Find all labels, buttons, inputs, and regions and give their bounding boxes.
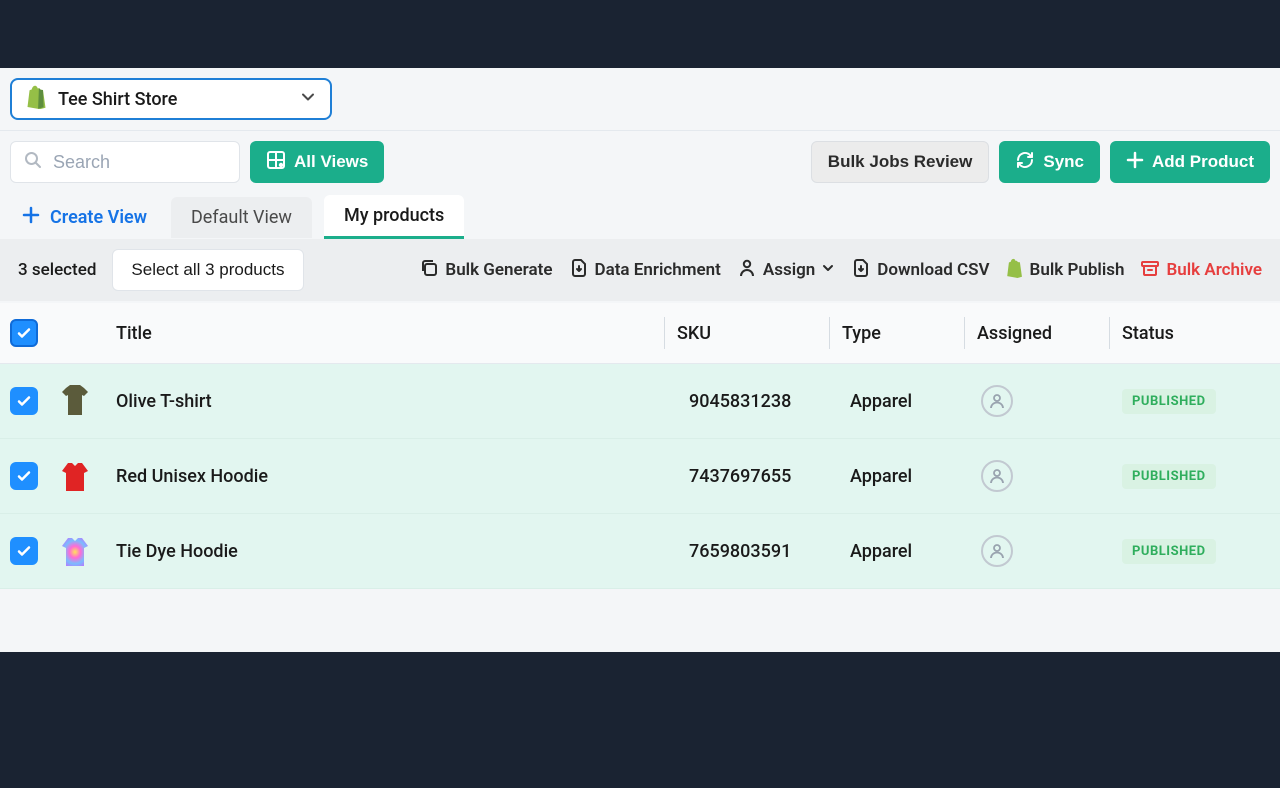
search-icon xyxy=(23,150,43,174)
selected-count: 3 selected xyxy=(18,260,96,280)
column-sku: SKU xyxy=(677,323,825,344)
row-assigned xyxy=(981,460,1109,492)
bulk-jobs-review-button[interactable]: Bulk Jobs Review xyxy=(811,141,990,183)
column-separator xyxy=(829,317,830,349)
bulk-archive-label: Bulk Archive xyxy=(1166,260,1262,280)
table-body: Olive T-shirt 9045831238 Apparel PUBLISH… xyxy=(0,364,1280,589)
status-badge: PUBLISHED xyxy=(1122,389,1216,414)
assignee-avatar[interactable] xyxy=(981,385,1013,417)
search-input[interactable] xyxy=(53,152,227,173)
bulk-generate-label: Bulk Generate xyxy=(445,260,552,280)
data-enrichment-action[interactable]: Data Enrichment xyxy=(569,258,721,283)
row-assigned xyxy=(981,535,1109,567)
sync-button[interactable]: Sync xyxy=(999,141,1100,183)
product-thumbnail xyxy=(58,382,92,420)
add-product-label: Add Product xyxy=(1152,152,1254,172)
tab-my-products[interactable]: My products xyxy=(324,195,464,239)
tab-default-view[interactable]: Default View xyxy=(171,197,312,238)
selection-bar: 3 selected Select all 3 products Bulk Ge… xyxy=(0,239,1280,301)
table-header: Title SKU Type Assigned Status xyxy=(0,303,1280,364)
bulk-publish-action[interactable]: Bulk Publish xyxy=(1006,258,1125,283)
assignee-avatar[interactable] xyxy=(981,460,1013,492)
table-row[interactable]: Olive T-shirt 9045831238 Apparel PUBLISH… xyxy=(0,364,1280,439)
app-container: Tee Shirt Store All Views Bulk Jobs Revi… xyxy=(0,68,1280,652)
row-status: PUBLISHED xyxy=(1122,539,1270,564)
archive-icon xyxy=(1140,258,1160,283)
download-icon xyxy=(851,258,871,283)
all-views-button[interactable]: All Views xyxy=(250,141,384,183)
row-type: Apparel xyxy=(850,541,968,562)
status-badge: PUBLISHED xyxy=(1122,464,1216,489)
table-row[interactable]: Tie Dye Hoodie 7659803591 Apparel PUBLIS… xyxy=(0,514,1280,589)
grid-icon xyxy=(266,150,286,175)
all-views-label: All Views xyxy=(294,152,368,172)
row-checkbox[interactable] xyxy=(10,387,38,415)
bulk-generate-action[interactable]: Bulk Generate xyxy=(419,258,552,283)
copy-icon xyxy=(419,258,439,283)
download-csv-action[interactable]: Download CSV xyxy=(851,258,989,283)
column-title: Title xyxy=(116,323,660,344)
row-sku: 9045831238 xyxy=(689,391,837,412)
search-box[interactable] xyxy=(10,141,240,183)
row-type: Apparel xyxy=(850,466,968,487)
bulk-jobs-label: Bulk Jobs Review xyxy=(828,152,973,172)
row-sku: 7437697655 xyxy=(689,466,837,487)
row-assigned xyxy=(981,385,1109,417)
row-type: Apparel xyxy=(850,391,968,412)
bulk-archive-action[interactable]: Bulk Archive xyxy=(1140,258,1262,283)
shopify-icon xyxy=(26,85,48,113)
column-separator xyxy=(1109,317,1110,349)
chevron-down-icon xyxy=(821,260,835,280)
column-type: Type xyxy=(842,323,960,344)
row-checkbox[interactable] xyxy=(10,537,38,565)
row-status: PUBLISHED xyxy=(1122,389,1270,414)
row-sku: 7659803591 xyxy=(689,541,837,562)
add-product-button[interactable]: Add Product xyxy=(1110,141,1270,183)
toolbar: All Views Bulk Jobs Review Sync Add Prod… xyxy=(0,130,1280,189)
store-dropdown[interactable]: Tee Shirt Store xyxy=(10,78,332,120)
assign-label: Assign xyxy=(763,260,815,280)
select-all-button[interactable]: Select all 3 products xyxy=(112,249,303,291)
data-enrichment-label: Data Enrichment xyxy=(595,260,721,280)
column-separator xyxy=(964,317,965,349)
assignee-avatar[interactable] xyxy=(981,535,1013,567)
store-row: Tee Shirt Store xyxy=(0,68,1280,130)
plus-icon xyxy=(1126,151,1144,174)
download-csv-label: Download CSV xyxy=(877,260,989,280)
column-assigned: Assigned xyxy=(977,323,1105,344)
row-status: PUBLISHED xyxy=(1122,464,1270,489)
row-title: Olive T-shirt xyxy=(116,391,676,412)
row-title: Red Unisex Hoodie xyxy=(116,466,676,487)
create-view-button[interactable]: Create View xyxy=(10,198,159,237)
product-thumbnail xyxy=(58,457,92,495)
store-name: Tee Shirt Store xyxy=(58,89,177,110)
select-all-checkbox[interactable] xyxy=(10,319,38,347)
create-view-label: Create View xyxy=(50,207,147,228)
row-checkbox[interactable] xyxy=(10,462,38,490)
sync-label: Sync xyxy=(1043,152,1084,172)
row-title: Tie Dye Hoodie xyxy=(116,541,676,562)
table-row[interactable]: Red Unisex Hoodie 7437697655 Apparel PUB… xyxy=(0,439,1280,514)
chevron-down-icon xyxy=(300,89,316,109)
status-badge: PUBLISHED xyxy=(1122,539,1216,564)
refresh-icon xyxy=(1015,150,1035,175)
tabs-row: Create View Default View My products xyxy=(0,189,1280,239)
person-icon xyxy=(737,258,757,283)
product-thumbnail xyxy=(58,532,92,570)
import-icon xyxy=(569,258,589,283)
column-status: Status xyxy=(1122,323,1270,344)
plus-icon xyxy=(22,206,40,229)
assign-action[interactable]: Assign xyxy=(737,258,835,283)
shopify-icon xyxy=(1006,258,1024,283)
column-separator xyxy=(664,317,665,349)
bulk-publish-label: Bulk Publish xyxy=(1030,260,1125,280)
